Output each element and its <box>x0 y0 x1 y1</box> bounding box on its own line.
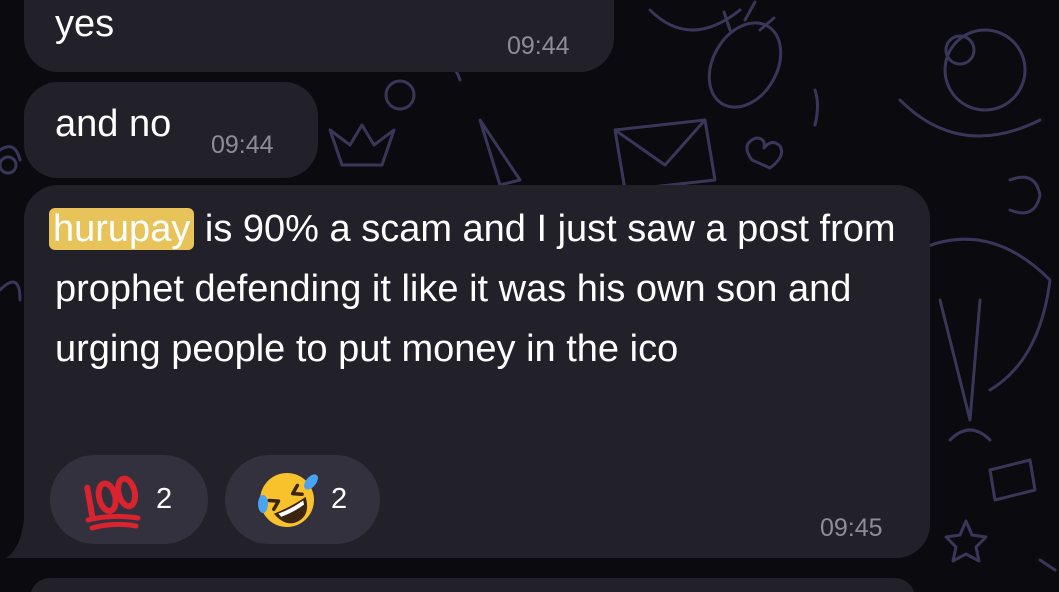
reaction-count: 2 <box>156 483 173 515</box>
reaction-rolling-laughing[interactable]: 2 <box>225 455 380 544</box>
message-text: hurupay is 90% a scam and I just saw a p… <box>49 199 915 379</box>
message-text: and no <box>55 103 172 145</box>
search-highlight[interactable]: hurupay <box>49 208 195 250</box>
reaction-hundred-points[interactable]: 2 <box>50 455 208 544</box>
message-timestamp: 09:44 <box>211 131 274 159</box>
message-bubble[interactable] <box>30 578 915 592</box>
rolling-on-floor-laughing-icon <box>255 468 319 532</box>
message-timestamp: 09:44 <box>507 32 570 60</box>
message-text: yes <box>55 3 115 45</box>
hundred-points-icon <box>80 468 144 532</box>
message-timestamp: 09:45 <box>820 514 883 542</box>
reaction-count: 2 <box>331 483 348 515</box>
